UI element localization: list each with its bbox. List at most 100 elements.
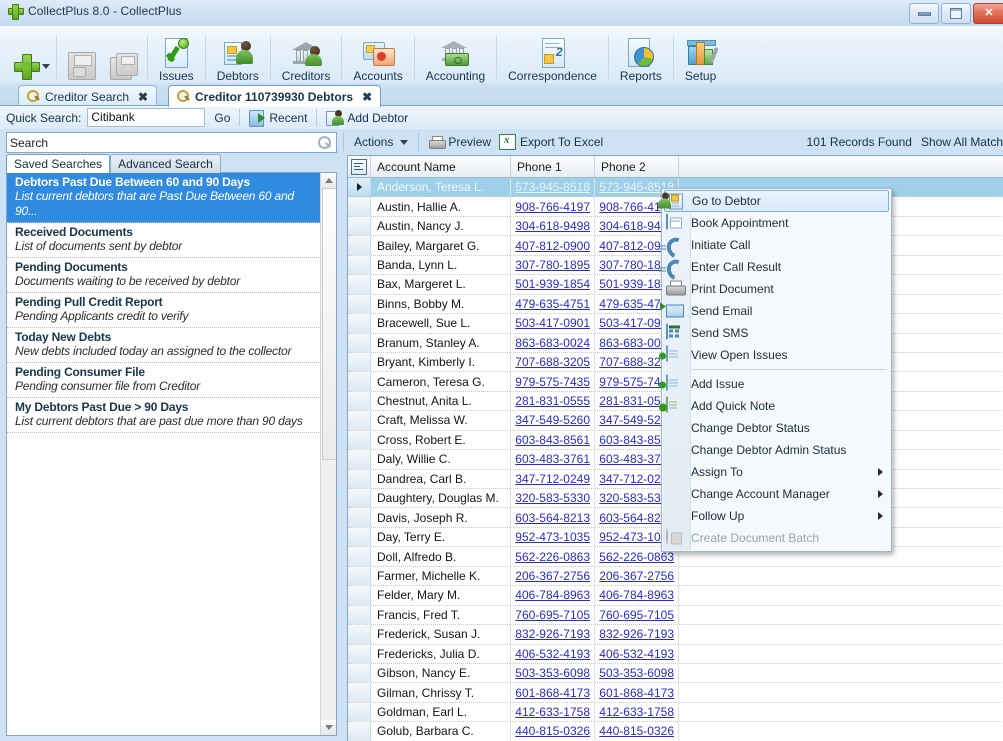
list-item[interactable]: Debtors Past Due Between 60 and 90 Days …: [7, 173, 321, 223]
toolbar-item-accounting[interactable]: Accounting: [419, 30, 492, 83]
phone-link[interactable]: 832-926-7193: [515, 627, 590, 641]
menu-item-go-to-debtor[interactable]: Go to Debtor: [658, 190, 889, 212]
row-selector-cell[interactable]: [348, 411, 371, 430]
menu-item-change-account-manager[interactable]: Change Account Manager: [662, 483, 891, 505]
row-selector-cell[interactable]: [348, 605, 371, 625]
row-selector-cell[interactable]: [348, 352, 371, 372]
menu-item-send-email[interactable]: Send Email: [660, 300, 891, 322]
cell-phone1[interactable]: 562-226-0863: [511, 547, 595, 566]
row-selector-cell[interactable]: [348, 722, 371, 741]
table-row[interactable]: Gilman, Chrissy T. 601-868-4173 601-868-41…: [348, 683, 1003, 703]
phone-link[interactable]: 863-683-0024: [515, 336, 590, 350]
row-selector-cell[interactable]: [348, 586, 371, 605]
toolbar-item-accounts[interactable]: Accounts: [346, 30, 409, 83]
row-selector-cell[interactable]: [348, 450, 371, 469]
cell-phone1[interactable]: 406-532-4193: [511, 644, 595, 663]
cell-phone1[interactable]: 406-784-8963: [511, 586, 595, 605]
row-selector-cell[interactable]: [348, 566, 371, 586]
quick-search-input[interactable]: Citibank: [87, 108, 206, 127]
row-selector-cell[interactable]: [348, 178, 371, 197]
maximize-button[interactable]: [941, 3, 971, 24]
row-selector-cell[interactable]: [348, 644, 371, 663]
toolbar-item-reports[interactable]: Reports: [613, 30, 669, 83]
phone-link[interactable]: 406-532-4193: [599, 647, 674, 661]
add-new-button[interactable]: [6, 30, 52, 83]
list-item[interactable]: My Debtors Past Due > 90 Days List curre…: [7, 398, 321, 433]
toolbar-item-debtors[interactable]: Debtors: [210, 30, 266, 83]
cell-phone1[interactable]: 412-633-1758: [511, 702, 595, 722]
row-selector-cell[interactable]: [348, 508, 371, 527]
phone-link[interactable]: 320-583-5330: [515, 491, 590, 505]
cell-phone1[interactable]: 503-353-6098: [511, 663, 595, 683]
cell-phone1[interactable]: 347-712-0249: [511, 469, 595, 488]
cell-phone1[interactable]: 760-695-7105: [511, 605, 595, 625]
row-selector-cell[interactable]: [348, 314, 371, 333]
cell-phone1[interactable]: 206-367-2756: [511, 566, 595, 586]
cell-phone1[interactable]: 479-635-4751: [511, 294, 595, 314]
add-debtor-button[interactable]: Add Debtor: [323, 110, 411, 126]
phone-link[interactable]: 952-473-1035: [515, 530, 590, 544]
row-selector-cell[interactable]: [348, 372, 371, 391]
phone-link[interactable]: 908-766-4197: [515, 200, 590, 214]
search-icon[interactable]: [317, 135, 332, 150]
cell-phone2[interactable]: 832-926-7193: [595, 625, 679, 644]
cell-phone1[interactable]: 281-831-0555: [511, 391, 595, 411]
row-selector-cell[interactable]: [348, 236, 371, 255]
cell-phone2[interactable]: 601-868-4173: [595, 683, 679, 702]
minimize-button[interactable]: [909, 3, 939, 24]
row-selector-cell[interactable]: [348, 333, 371, 352]
phone-link[interactable]: 307-780-1895: [515, 258, 590, 272]
close-button[interactable]: ✕: [973, 3, 1003, 24]
preview-button[interactable]: Preview: [425, 135, 495, 149]
menu-item-add-issue[interactable]: Add Issue: [662, 373, 891, 395]
phone-link[interactable]: 406-784-8963: [599, 588, 674, 602]
phone-link[interactable]: 347-712-0249: [515, 472, 590, 486]
menu-item-change-debtor-admin-status[interactable]: Change Debtor Admin Status: [662, 439, 891, 461]
row-selector-cell[interactable]: [348, 527, 371, 547]
menu-item-enter-call-result[interactable]: Enter Call Result: [659, 256, 891, 284]
save-all-button[interactable]: [103, 30, 143, 83]
row-selector-cell[interactable]: [348, 702, 371, 722]
table-row[interactable]: Goldman, Earl L. 412-633-1758 412-633-1758: [348, 702, 1003, 723]
cell-phone1[interactable]: 407-812-0900: [511, 236, 595, 255]
table-row[interactable]: Felder, Mary M. 406-784-8963 406-784-8963: [348, 586, 1003, 606]
menu-item-view-open-issues[interactable]: View Open Issues: [662, 344, 891, 366]
phone-link[interactable]: 503-353-6098: [599, 666, 674, 680]
toolbar-item-creditors[interactable]: Creditors: [275, 30, 338, 83]
quick-search-go-button[interactable]: Go: [211, 111, 233, 125]
phone-link[interactable]: 601-868-4173: [515, 686, 590, 700]
list-item[interactable]: Pending Consumer File Pending consumer f…: [7, 363, 321, 398]
tab-advanced-search[interactable]: Advanced Search: [110, 154, 221, 173]
grid-column-account-name[interactable]: Account Name: [371, 156, 511, 177]
table-row[interactable]: Farmer, Michelle K. 206-367-2756 206-367-2…: [348, 566, 1003, 587]
row-selector-cell[interactable]: [348, 489, 371, 508]
cell-phone1[interactable]: 603-564-8213: [511, 508, 595, 527]
cell-phone1[interactable]: 501-939-1854: [511, 275, 595, 294]
recent-button[interactable]: Recent: [246, 110, 310, 127]
row-selector-cell[interactable]: [348, 469, 371, 488]
cell-phone1[interactable]: 832-926-7193: [511, 625, 595, 644]
scrollbar-thumb[interactable]: [322, 188, 336, 460]
phone-link[interactable]: 479-635-4751: [515, 297, 590, 311]
cell-phone1[interactable]: 440-815-0326: [511, 722, 595, 741]
phone-link[interactable]: 412-633-1758: [515, 705, 590, 719]
phone-link[interactable]: 407-812-0900: [515, 239, 590, 253]
cell-phone1[interactable]: 952-473-1035: [511, 527, 595, 547]
cell-phone1[interactable]: 863-683-0024: [511, 333, 595, 352]
cell-phone1[interactable]: 908-766-4197: [511, 197, 595, 216]
row-selector-cell[interactable]: [348, 294, 371, 314]
cell-phone1[interactable]: 320-583-5330: [511, 489, 595, 508]
phone-link[interactable]: 503-353-6098: [515, 666, 590, 680]
list-item[interactable]: Today New Debts New debts included today…: [7, 328, 321, 363]
grid-column-phone1[interactable]: Phone 1: [511, 156, 595, 177]
grid-column-selector[interactable]: [348, 156, 371, 177]
cell-phone1[interactable]: 603-483-3761: [511, 450, 595, 469]
cell-phone1[interactable]: 979-575-7435: [511, 372, 595, 391]
toolbar-item-issues[interactable]: Issues: [152, 30, 201, 83]
phone-link[interactable]: 760-695-7105: [599, 608, 674, 622]
phone-link[interactable]: 406-784-8963: [515, 588, 590, 602]
cell-phone1[interactable]: 503-417-0901: [511, 314, 595, 333]
actions-menu-button[interactable]: Actions: [350, 135, 412, 149]
phone-link[interactable]: 281-831-0555: [515, 394, 590, 408]
export-to-excel-button[interactable]: Export To Excel: [495, 134, 607, 150]
